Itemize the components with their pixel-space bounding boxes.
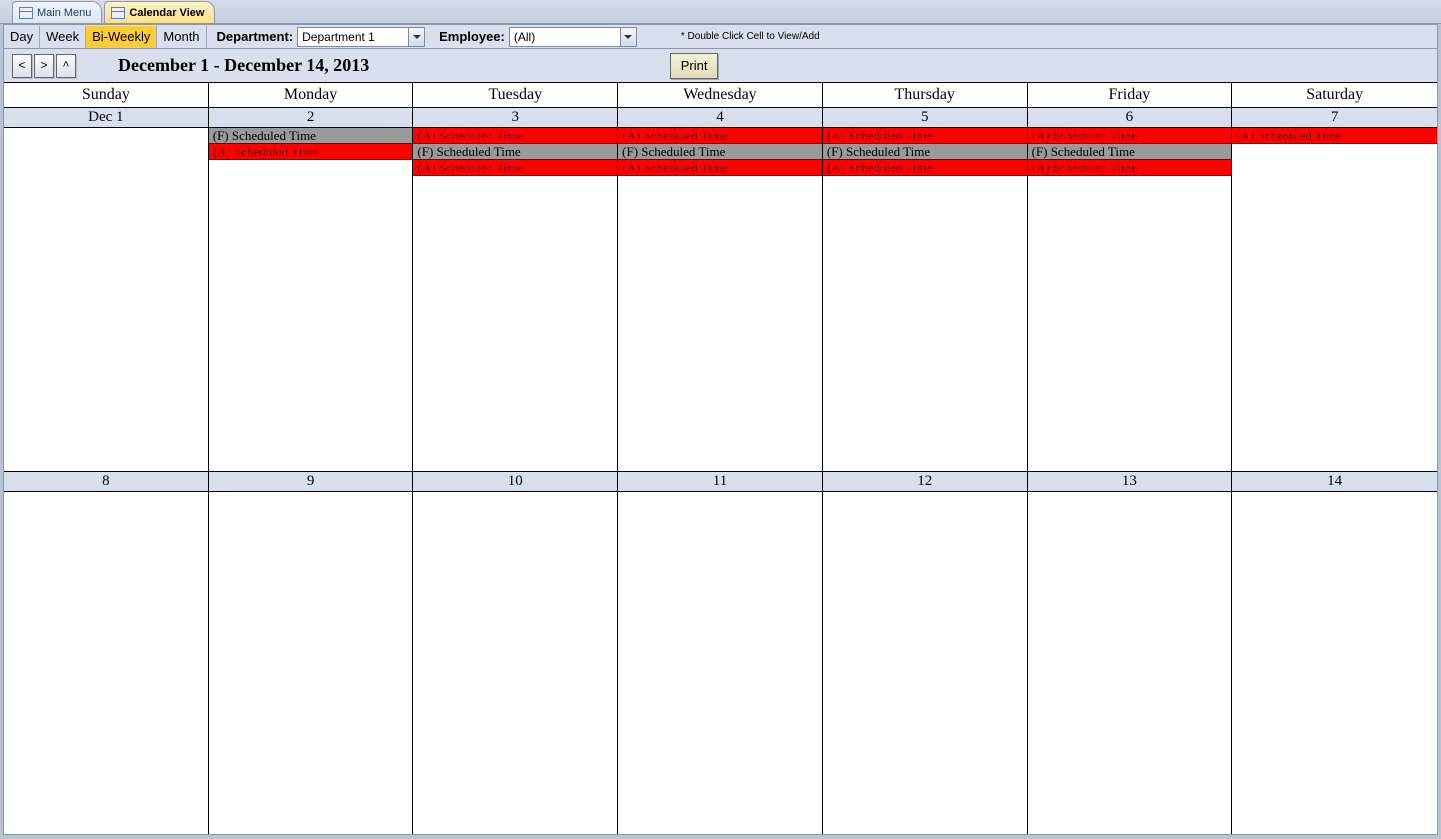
date-cell: 4	[618, 108, 823, 127]
nav-up[interactable]: ^	[56, 54, 76, 78]
day-cell[interactable]	[823, 492, 1028, 835]
day-cell[interactable]: (A) Scheduled Time(F) Scheduled Time(A) …	[618, 128, 823, 471]
view-week[interactable]: Week	[40, 26, 86, 48]
view-toolbar: Day Week Bi-Weekly Month Department: Emp…	[4, 25, 1437, 49]
tab-bar: Main Menu Calendar View	[0, 0, 1441, 24]
event-item[interactable]: (F) Scheduled Time	[209, 128, 413, 144]
chevron-down-icon[interactable]	[620, 28, 636, 46]
day-cell[interactable]: (A) Scheduled Time(F) Scheduled Time(A) …	[1028, 128, 1233, 471]
day-cell[interactable]	[1232, 492, 1437, 835]
employee-label: Employee:	[429, 29, 509, 44]
day-cell[interactable]: (A) Scheduled Time	[1232, 128, 1437, 471]
tab-label: Main Menu	[37, 7, 91, 19]
date-cell: 5	[823, 108, 1028, 127]
event-item[interactable]: (F) Scheduled Time	[618, 144, 822, 160]
date-range-title: December 1 - December 14, 2013	[118, 55, 369, 76]
view-label: Week	[46, 29, 79, 44]
event-item[interactable]: (A) Scheduled Time	[209, 144, 413, 160]
caret-up-icon: ^	[62, 59, 69, 73]
date-cell: 12	[823, 472, 1028, 491]
day-cell[interactable]	[209, 492, 414, 835]
employee-input[interactable]	[510, 28, 620, 46]
chevron-right-icon: >	[40, 59, 47, 73]
event-item[interactable]: (A) Scheduled Time	[413, 128, 617, 144]
weekday-col: Saturday	[1232, 83, 1437, 107]
view-biweekly[interactable]: Bi-Weekly	[86, 26, 157, 48]
week1-body: (F) Scheduled Time(A) Scheduled Time(A) …	[4, 128, 1437, 472]
event-item[interactable]: (F) Scheduled Time	[413, 144, 617, 160]
day-cell[interactable]	[4, 492, 209, 835]
day-cell[interactable]: (A) Scheduled Time(F) Scheduled Time(A) …	[413, 128, 618, 471]
weekday-col: Tuesday	[413, 83, 618, 107]
day-cell[interactable]: (F) Scheduled Time(A) Scheduled Time	[209, 128, 414, 471]
tab-main-menu[interactable]: Main Menu	[12, 1, 102, 23]
event-item[interactable]: (A) Scheduled Time	[413, 160, 617, 176]
nav-prev[interactable]: <	[12, 54, 32, 78]
date-cell: 8	[4, 472, 209, 491]
event-item[interactable]: (A) Scheduled Time	[1028, 128, 1232, 144]
event-item[interactable]: (A) Scheduled Time	[1232, 128, 1437, 144]
weekday-col: Friday	[1028, 83, 1233, 107]
week2-body	[4, 492, 1437, 835]
date-cell: 9	[209, 472, 414, 491]
date-row-w2: 8 9 10 11 12 13 14	[4, 472, 1437, 492]
event-item[interactable]: (F) Scheduled Time	[1028, 144, 1232, 160]
form-icon	[111, 7, 125, 19]
date-cell: Dec 1	[4, 108, 209, 127]
event-item[interactable]: (A) Scheduled Time	[1028, 160, 1232, 176]
nav-row: < > ^ December 1 - December 14, 2013 Pri…	[4, 49, 1437, 83]
event-item[interactable]: (A) Scheduled Time	[618, 160, 822, 176]
button-label: Print	[681, 58, 708, 73]
view-month[interactable]: Month	[157, 26, 206, 48]
date-cell: 13	[1028, 472, 1233, 491]
department-input[interactable]	[298, 28, 408, 46]
event-item[interactable]: (A) Scheduled Time	[618, 128, 822, 144]
view-day[interactable]: Day	[4, 26, 40, 48]
day-cell[interactable]	[1028, 492, 1233, 835]
weekday-col: Monday	[209, 83, 414, 107]
weekday-col: Wednesday	[618, 83, 823, 107]
tab-label: Calendar View	[129, 7, 204, 19]
print-button[interactable]: Print	[670, 53, 719, 79]
date-cell: 3	[413, 108, 618, 127]
hint-text: * Double Click Cell to View/Add	[681, 31, 820, 42]
date-cell: 2	[209, 108, 414, 127]
day-cell[interactable]	[4, 128, 209, 471]
nav-next[interactable]: >	[34, 54, 54, 78]
weekday-header: Sunday Monday Tuesday Wednesday Thursday…	[4, 83, 1437, 108]
date-cell: 10	[413, 472, 618, 491]
date-cell: 7	[1232, 108, 1437, 127]
view-label: Day	[10, 29, 33, 44]
department-combo[interactable]	[297, 27, 425, 47]
day-cell[interactable]	[618, 492, 823, 835]
date-row-w1: Dec 1 2 3 4 5 6 7	[4, 108, 1437, 128]
day-cell[interactable]: (A) Scheduled Time(F) Scheduled Time(A) …	[823, 128, 1028, 471]
date-cell: 14	[1232, 472, 1437, 491]
chevron-down-icon[interactable]	[408, 28, 424, 46]
date-cell: 11	[618, 472, 823, 491]
employee-combo[interactable]	[509, 27, 637, 47]
chevron-left-icon: <	[18, 59, 25, 73]
tab-calendar-view[interactable]: Calendar View	[104, 1, 215, 23]
event-item[interactable]: (A) Scheduled Time	[823, 128, 1027, 144]
view-label: Month	[163, 29, 199, 44]
event-item[interactable]: (F) Scheduled Time	[823, 144, 1027, 160]
view-label: Bi-Weekly	[92, 29, 150, 44]
department-label: Department:	[207, 29, 298, 44]
date-cell: 6	[1028, 108, 1233, 127]
weekday-col: Sunday	[4, 83, 209, 107]
day-cell[interactable]	[413, 492, 618, 835]
weekday-col: Thursday	[823, 83, 1028, 107]
event-item[interactable]: (A) Scheduled Time	[823, 160, 1027, 176]
calendar-frame: Day Week Bi-Weekly Month Department: Emp…	[3, 24, 1438, 835]
form-icon	[19, 7, 33, 19]
